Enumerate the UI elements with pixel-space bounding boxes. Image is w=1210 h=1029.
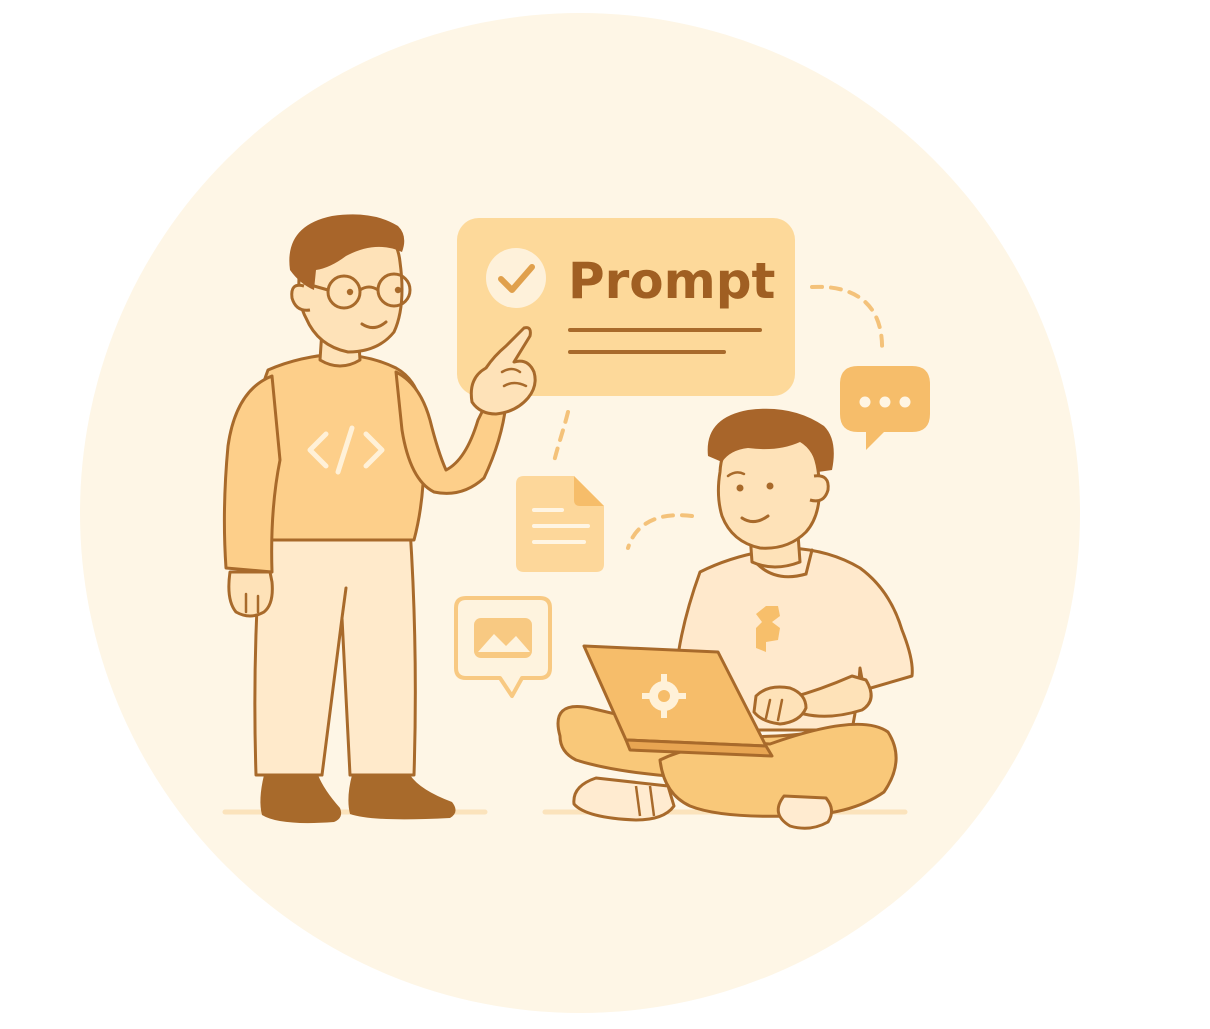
illustration: Prompt — [80, 13, 1080, 1013]
left-sneaker — [572, 776, 676, 822]
illustration-stage: Prompt — [0, 0, 1210, 1029]
check-circle-icon — [486, 248, 546, 308]
left-hand — [227, 570, 274, 618]
prompt-card-title: Prompt — [568, 252, 775, 310]
right-sneaker — [776, 794, 833, 830]
